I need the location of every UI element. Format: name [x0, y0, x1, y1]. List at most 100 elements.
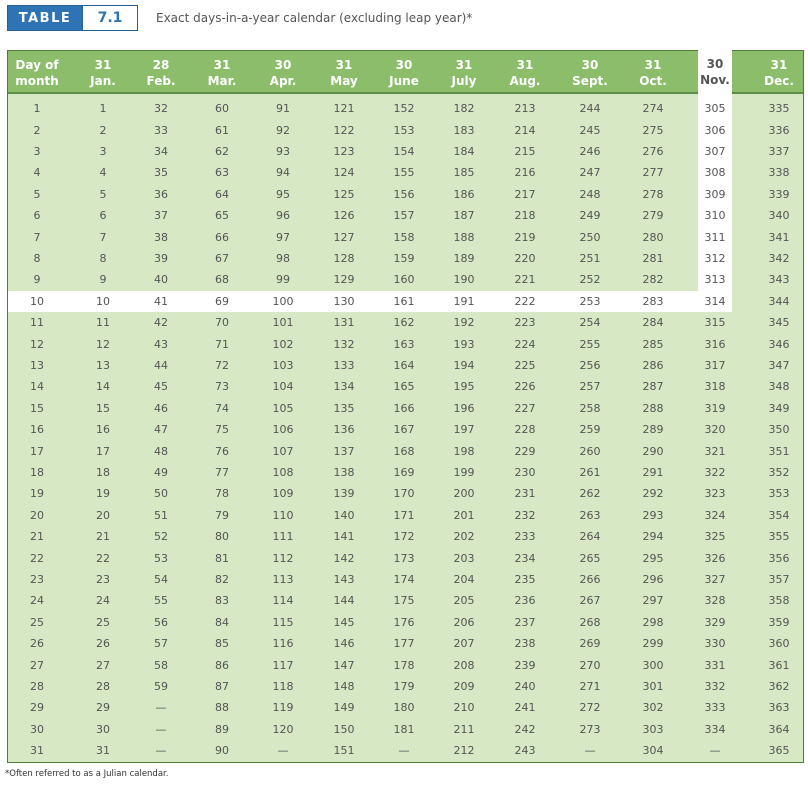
- day-number-cell: 180: [393, 701, 415, 715]
- day-number-cell: 87: [215, 679, 229, 693]
- day-number-cell: 12: [96, 337, 110, 351]
- day-number-cell: 210: [453, 701, 475, 715]
- day-number-cell: 296: [642, 572, 664, 586]
- day-number-cell: 182: [453, 102, 475, 116]
- day-number-cell: 193: [453, 337, 475, 351]
- header-month: 31 Aug.: [495, 51, 555, 95]
- day-of-month-cell: 17: [30, 444, 44, 458]
- day-number-cell: —: [155, 744, 167, 758]
- day-number-cell: 126: [333, 209, 355, 223]
- table-row: 6 6 37 65 96 126 157 187 218 249 279 310 340: [8, 205, 803, 226]
- day-of-month-cell: 20: [30, 508, 44, 522]
- day-number-cell: 293: [642, 508, 664, 522]
- day-of-month-cell: 31: [30, 744, 44, 758]
- day-number-cell: 74: [215, 401, 229, 415]
- header-month: 31 Oct.: [623, 51, 683, 95]
- day-number-cell: 219: [514, 230, 536, 244]
- day-of-month-cell: 5: [33, 187, 41, 201]
- day-number-cell: 354: [768, 508, 790, 522]
- day-number-cell: 103: [272, 358, 294, 372]
- day-number-cell: 306: [704, 123, 726, 137]
- day-number-cell: 72: [215, 358, 229, 372]
- day-number-cell: 236: [514, 594, 536, 608]
- table-row: 12 12 43 71 102 132 163 193 224 255 285 316 346: [8, 333, 803, 354]
- month-days: 31: [335, 58, 353, 72]
- day-number-cell: 46: [154, 401, 168, 415]
- table-row: 7 7 38 66 97 127 158 188 219 250 280 311 341: [8, 226, 803, 247]
- table-row: 29 29 — 88 119 149 180 210 241 272 302 333 363: [8, 697, 803, 718]
- day-number-cell: 83: [215, 594, 229, 608]
- day-number-cell: 313: [704, 273, 726, 287]
- day-number-cell: 64: [215, 187, 229, 201]
- day-number-cell: 359: [768, 615, 790, 629]
- day-number-cell: 48: [154, 444, 168, 458]
- day-number-cell: 224: [514, 337, 536, 351]
- day-number-cell: 10: [96, 294, 110, 308]
- day-number-cell: 17: [96, 444, 110, 458]
- day-number-cell: 91: [276, 102, 290, 116]
- table-number: 7.1: [83, 5, 138, 31]
- day-number-cell: 223: [514, 316, 536, 330]
- day-number-cell: 364: [768, 722, 790, 736]
- header-line: Day of: [15, 58, 59, 72]
- day-number-cell: 192: [453, 316, 475, 330]
- day-number-cell: 235: [514, 572, 536, 586]
- day-number-cell: 350: [768, 423, 790, 437]
- day-number-cell: 112: [272, 551, 294, 565]
- day-number-cell: 41: [154, 294, 168, 308]
- table-row: 24 24 55 83 114 144 175 205 236 267 297 328 358: [8, 590, 803, 611]
- day-of-month-cell: 16: [30, 423, 44, 437]
- day-number-cell: 194: [453, 358, 475, 372]
- day-number-cell: 88: [215, 701, 229, 715]
- day-number-cell: 135: [333, 401, 355, 415]
- day-number-cell: 18: [96, 465, 110, 479]
- day-number-cell: 188: [453, 230, 475, 244]
- day-of-month-cell: 26: [30, 637, 44, 651]
- day-number-cell: 102: [272, 337, 294, 351]
- day-number-cell: 302: [642, 701, 664, 715]
- day-number-cell: 68: [215, 273, 229, 287]
- day-number-cell: 317: [704, 358, 726, 372]
- day-number-cell: 39: [154, 251, 168, 265]
- day-of-month-cell: 4: [33, 166, 41, 180]
- day-number-cell: 309: [704, 187, 726, 201]
- day-number-cell: 38: [154, 230, 168, 244]
- day-number-cell: 173: [393, 551, 415, 565]
- day-number-cell: 271: [579, 679, 601, 693]
- day-number-cell: 23: [96, 572, 110, 586]
- day-number-cell: 255: [579, 337, 601, 351]
- day-number-cell: 58: [154, 658, 168, 672]
- day-number-cell: 283: [642, 294, 664, 308]
- day-of-month-cell: 11: [30, 316, 44, 330]
- table-row: 5 5 36 64 95 125 156 186 217 248 278 309 339: [8, 184, 803, 205]
- day-number-cell: 291: [642, 465, 664, 479]
- day-number-cell: 145: [333, 615, 355, 629]
- day-number-cell: 6: [99, 209, 107, 223]
- day-number-cell: 348: [768, 380, 790, 394]
- day-number-cell: —: [584, 744, 596, 758]
- day-number-cell: 109: [272, 487, 294, 501]
- month-name: Jan.: [90, 74, 116, 88]
- day-number-cell: 146: [333, 637, 355, 651]
- day-number-cell: 238: [514, 637, 536, 651]
- day-number-cell: 157: [393, 209, 415, 223]
- day-number-cell: 328: [704, 594, 726, 608]
- day-number-cell: 7: [99, 230, 107, 244]
- day-number-cell: 314: [704, 294, 726, 308]
- day-of-month-cell: 21: [30, 530, 44, 544]
- day-number-cell: 245: [579, 123, 601, 137]
- day-of-month-cell: 28: [30, 679, 44, 693]
- day-number-cell: 154: [393, 144, 415, 158]
- day-number-cell: 343: [768, 273, 790, 287]
- day-number-cell: 339: [768, 187, 790, 201]
- day-number-cell: 22: [96, 551, 110, 565]
- day-number-cell: 326: [704, 551, 726, 565]
- day-number-cell: 20: [96, 508, 110, 522]
- day-number-cell: 71: [215, 337, 229, 351]
- day-number-cell: 261: [579, 465, 601, 479]
- day-number-cell: 357: [768, 572, 790, 586]
- day-number-cell: 26: [96, 637, 110, 651]
- day-number-cell: 276: [642, 144, 664, 158]
- day-number-cell: 244: [579, 102, 601, 116]
- day-number-cell: 49: [154, 465, 168, 479]
